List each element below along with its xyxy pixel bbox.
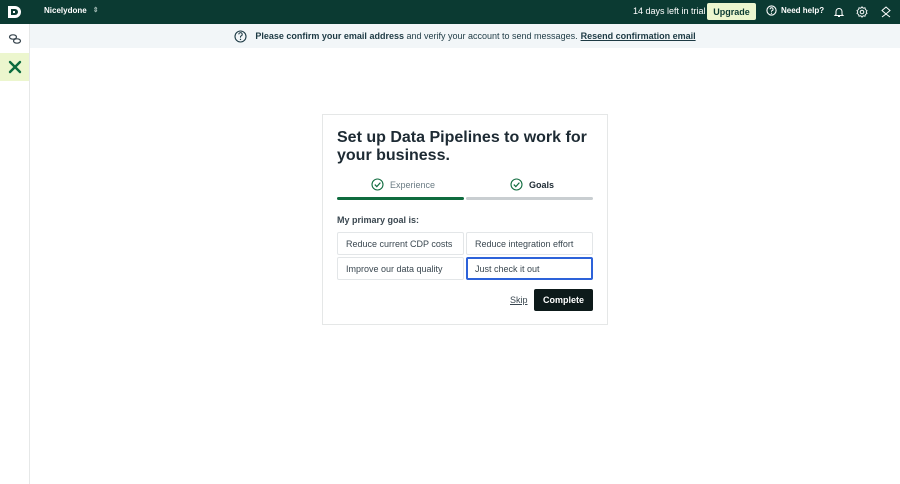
bell-icon[interactable] [833,6,845,18]
goal-option[interactable]: Reduce integration effort [466,232,593,255]
sidebar-item-connections[interactable] [0,25,29,53]
sidebar [0,24,30,484]
page-title: Set up Data Pipelines to work for your b… [337,129,587,164]
goal-option[interactable]: Reduce current CDP costs [337,232,464,255]
step-goals[interactable]: Goals [510,178,554,191]
goal-option[interactable]: Improve our data quality [337,257,464,280]
logo-icon[interactable] [7,5,21,19]
sidebar-item-pipelines[interactable] [0,53,29,81]
connections-icon [8,34,21,44]
top-bar: Nicelydone ⇕ 14 days left in trial Upgra… [0,0,900,24]
chevron-updown-icon: ⇕ [92,7,99,14]
user-icon[interactable] [880,6,892,18]
upgrade-button[interactable]: Upgrade [707,3,756,20]
progress-bar-experience [337,197,464,200]
help-circle-icon [766,5,777,16]
check-circle-icon [371,178,384,191]
need-help-button[interactable]: Need help? [766,5,824,16]
check-circle-icon [510,178,523,191]
resend-confirmation-link[interactable]: Resend confirmation email [581,31,696,41]
email-confirmation-banner: Please confirm your email address and ve… [30,24,900,48]
banner-bold-text: Please confirm your email address [255,31,404,41]
step-experience[interactable]: Experience [371,178,435,191]
progress-bar-goals [466,197,593,200]
pipelines-icon [8,60,21,74]
onboarding-card: Set up Data Pipelines to work for your b… [322,114,608,325]
step-label: Experience [390,179,436,190]
workspace-switcher[interactable]: Nicelydone ⇕ [44,6,99,15]
need-help-label: Need help? [781,6,825,15]
complete-button[interactable]: Complete [534,289,593,311]
workspace-name: Nicelydone [44,6,87,15]
trial-status: 14 days left in trial [633,6,706,16]
skip-link[interactable]: Skip [510,295,528,305]
goal-option-selected[interactable]: Just check it out [466,257,593,280]
step-label: Goals [529,179,555,190]
banner-text: and verify your account to send messages… [406,31,578,41]
settings-icon[interactable] [856,6,868,18]
goal-question: My primary goal is: [337,215,420,225]
info-icon [234,29,247,43]
